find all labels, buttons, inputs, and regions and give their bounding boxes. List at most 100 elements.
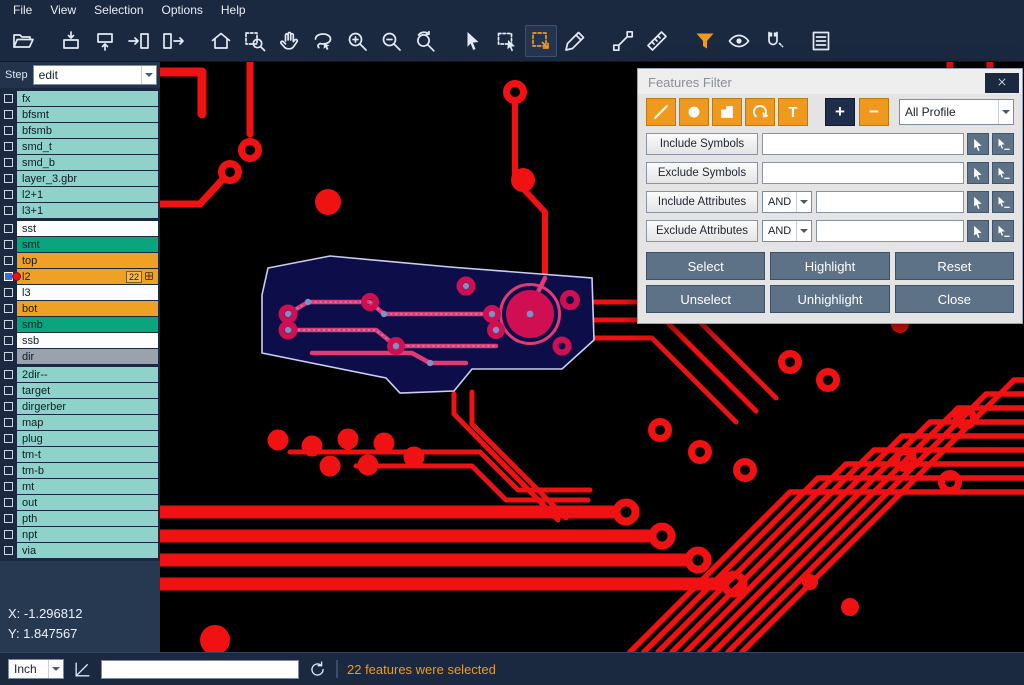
layer-name-chip[interactable]: smd_t — [17, 139, 158, 154]
layer-name-chip[interactable]: l3+1 — [17, 203, 158, 218]
layer-name-chip[interactable]: bfsmt — [17, 107, 158, 122]
layer-row-npt[interactable]: npt — [0, 527, 160, 542]
load-bottom-button[interactable] — [89, 25, 121, 57]
menu-selection[interactable]: Selection — [85, 2, 152, 18]
command-input[interactable] — [101, 660, 299, 679]
zoom-area-button[interactable] — [239, 25, 271, 57]
unhighlight-button[interactable]: Unhighlight — [770, 285, 889, 313]
filter-button[interactable] — [689, 25, 721, 57]
negative-polarity-button[interactable]: − — [859, 98, 889, 126]
layer-row-bot[interactable]: bot — [0, 301, 160, 316]
layer-row-bfsmb[interactable]: bfsmb — [0, 123, 160, 138]
layer-row-via[interactable]: via — [0, 543, 160, 558]
filter-pads-button[interactable] — [679, 98, 709, 126]
include-attributes-input[interactable] — [816, 191, 964, 213]
filter-arcs-button[interactable] — [745, 98, 775, 126]
pick-from-canvas-button[interactable] — [992, 162, 1014, 184]
layer-row-bfsmt[interactable]: bfsmt — [0, 107, 160, 122]
rect-select-button[interactable] — [491, 25, 523, 57]
layer-name-chip[interactable]: top — [17, 253, 158, 268]
poly-select-button[interactable] — [525, 25, 557, 57]
logic-operator-select[interactable]: AND — [762, 191, 812, 213]
layer-name-chip[interactable]: sst — [17, 221, 158, 236]
menu-help[interactable]: Help — [212, 2, 255, 18]
load-top-button[interactable] — [55, 25, 87, 57]
layer-visibility-checkbox[interactable] — [4, 530, 13, 539]
layer-row-tm-b[interactable]: tm-b — [0, 463, 160, 478]
layer-name-chip[interactable]: plug — [17, 431, 158, 446]
layer-visibility-checkbox[interactable] — [4, 206, 13, 215]
pick-from-canvas-button[interactable] — [967, 191, 989, 213]
layer-visibility-checkbox[interactable] — [4, 336, 13, 345]
layer-row-l2[interactable]: l222 — [0, 269, 160, 284]
layer-row-l2-1[interactable]: l2+1 — [0, 187, 160, 202]
unselect-button[interactable]: Unselect — [646, 285, 765, 313]
layer-visibility-checkbox[interactable] — [4, 142, 13, 151]
layer-visibility-checkbox[interactable] — [4, 256, 13, 265]
zoom-reset-button[interactable] — [409, 25, 441, 57]
layer-name-chip[interactable]: pth — [17, 511, 158, 526]
filter-text-button[interactable]: T — [778, 98, 808, 126]
layer-row-plug[interactable]: plug — [0, 431, 160, 446]
pick-from-canvas-button[interactable] — [992, 191, 1014, 213]
pick-from-canvas-button[interactable] — [967, 133, 989, 155]
select-button[interactable]: Select — [646, 252, 765, 280]
import-button[interactable] — [123, 25, 155, 57]
include-symbols-button[interactable]: Include Symbols — [646, 133, 758, 155]
layer-name-chip[interactable]: fx — [17, 91, 158, 106]
layer-row-smd-t[interactable]: smd_t — [0, 139, 160, 154]
step-select[interactable]: edit — [33, 65, 157, 85]
layer-visibility-checkbox[interactable] — [4, 190, 13, 199]
layer-visibility-checkbox[interactable] — [4, 288, 13, 297]
include-attributes-button[interactable]: Include Attributes — [646, 191, 758, 213]
report-button[interactable] — [805, 25, 837, 57]
layer-visibility-checkbox[interactable] — [4, 174, 13, 183]
export-button[interactable] — [157, 25, 189, 57]
dialog-close-button[interactable] — [985, 73, 1019, 93]
menu-file[interactable]: File — [4, 2, 41, 18]
layer-row-2dir[interactable]: 2dir-- — [0, 367, 160, 382]
layer-visibility-checkbox[interactable] — [4, 450, 13, 459]
layer-visibility-checkbox[interactable] — [4, 352, 13, 361]
layer-visibility-checkbox[interactable] — [4, 546, 13, 555]
layer-visibility-checkbox[interactable] — [4, 158, 13, 167]
layer-row-ssb[interactable]: ssb — [0, 333, 160, 348]
view-eye-button[interactable] — [723, 25, 755, 57]
layer-visibility-checkbox[interactable] — [4, 434, 13, 443]
layer-visibility-checkbox[interactable] — [4, 370, 13, 379]
layer-row-l3-1[interactable]: l3+1 — [0, 203, 160, 218]
layer-name-chip[interactable]: npt — [17, 527, 158, 542]
layer-row-l3[interactable]: l3 — [0, 285, 160, 300]
layer-visibility-checkbox[interactable] — [4, 320, 13, 329]
layer-name-chip[interactable]: mt — [17, 479, 158, 494]
layer-name-chip[interactable]: dir — [17, 349, 158, 364]
menu-options[interactable]: Options — [153, 2, 212, 18]
layer-row-fx[interactable]: fx — [0, 91, 160, 106]
layer-visibility-checkbox[interactable] — [4, 482, 13, 491]
exclude-symbols-button[interactable]: Exclude Symbols — [646, 162, 758, 184]
menu-view[interactable]: View — [41, 2, 85, 18]
layer-visibility-checkbox[interactable] — [4, 224, 13, 233]
layer-row-sst[interactable]: sst — [0, 221, 160, 236]
pick-from-canvas-button[interactable] — [967, 162, 989, 184]
layer-name-chip[interactable]: tm-t — [17, 447, 158, 462]
layer-visibility-checkbox[interactable] — [4, 110, 13, 119]
dialog-titlebar[interactable]: Features Filter — [638, 69, 1022, 94]
paint-button[interactable] — [559, 25, 591, 57]
ruler-button[interactable] — [641, 25, 673, 57]
positive-polarity-button[interactable]: + — [825, 98, 855, 126]
exclude-symbols-input[interactable] — [762, 162, 964, 184]
layer-row-map[interactable]: map — [0, 415, 160, 430]
close-button[interactable]: Close — [895, 285, 1014, 313]
include-symbols-input[interactable] — [762, 133, 964, 155]
layer-visibility-checkbox[interactable] — [4, 402, 13, 411]
layer-row-pth[interactable]: pth — [0, 511, 160, 526]
layer-visibility-checkbox[interactable] — [4, 466, 13, 475]
layer-name-chip[interactable]: map — [17, 415, 158, 430]
layer-name-chip[interactable]: bfsmb — [17, 123, 158, 138]
zoom-out-button[interactable] — [375, 25, 407, 57]
layer-name-chip[interactable]: dirgerber — [17, 399, 158, 414]
reset-button[interactable]: Reset — [895, 252, 1014, 280]
layer-row-smb[interactable]: smb — [0, 317, 160, 332]
logic-operator-select[interactable]: AND — [762, 220, 812, 242]
